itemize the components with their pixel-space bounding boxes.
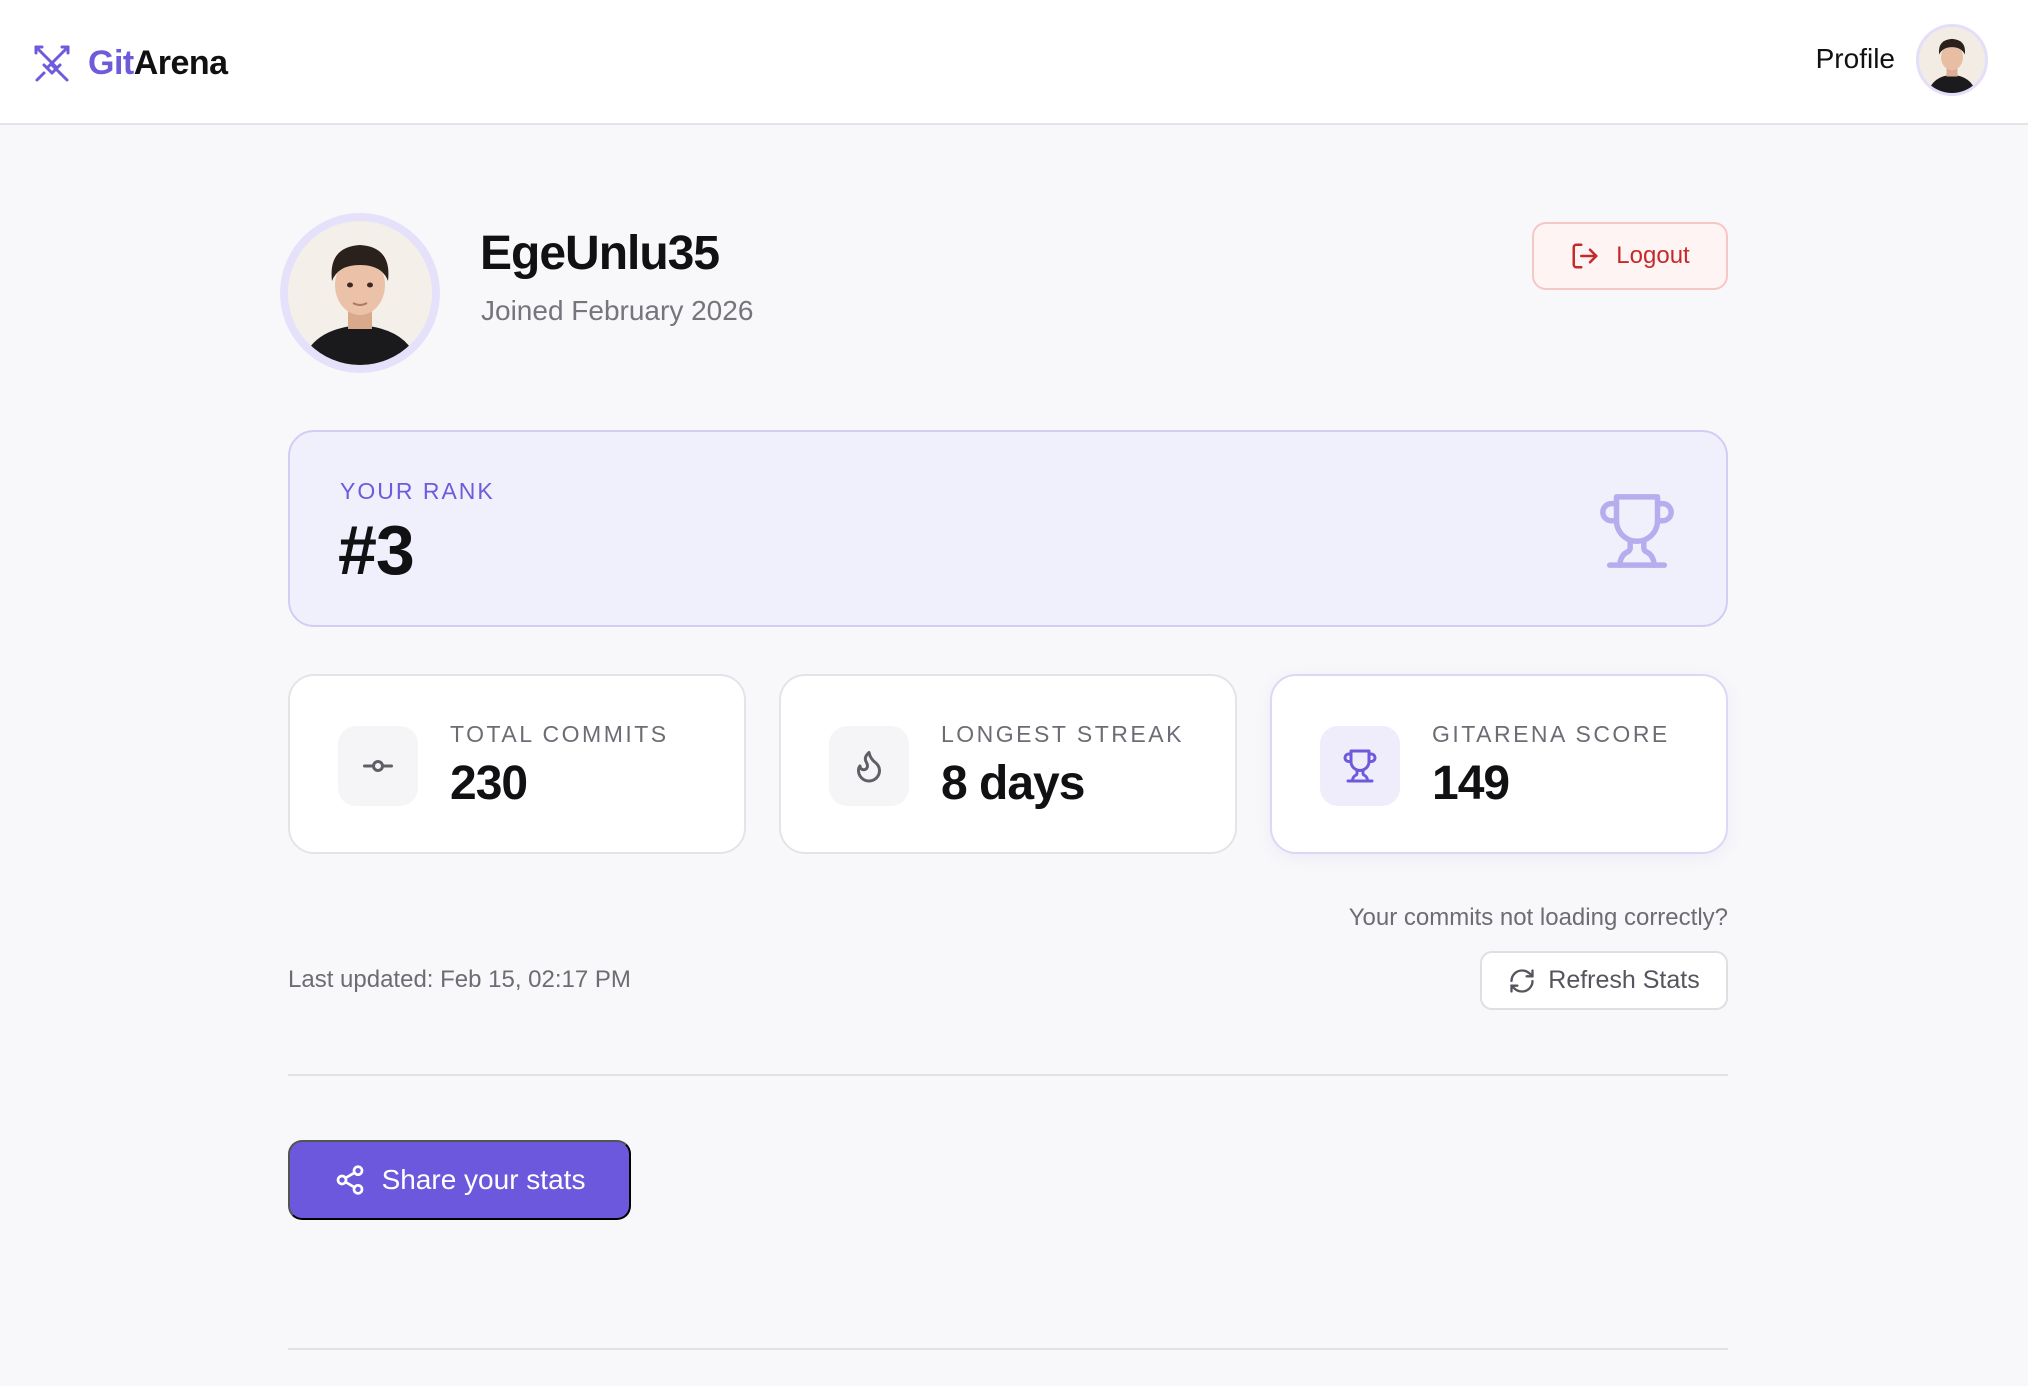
joined-date: Joined February 2026 [481,295,754,326]
stat-label: LONGEST STREAK [941,721,1184,747]
brand-suffix: Arena [133,43,228,82]
rank-value: #3 [338,511,415,589]
top-nav: GitArena Profile [0,0,2028,125]
user-avatar-image [1919,27,1985,93]
crossed-swords-icon [34,45,70,82]
refresh-icon [1510,968,1534,993]
stat-icon-box [1320,726,1400,806]
share-stats-label: Share your stats [381,1164,586,1195]
stat-icon-box [338,726,418,806]
stat-icon-box [829,726,909,806]
stat-card-total-commits: TOTAL COMMITS 230 [288,674,746,854]
stat-card-gitarena-score: GITARENA SCORE 149 [1270,674,1728,854]
stat-value: 149 [1432,757,1510,810]
nav-avatar[interactable] [1916,24,1988,96]
stat-label: GITARENA SCORE [1432,721,1670,747]
brand-name: GitArena [88,44,228,83]
trophy-icon [1343,749,1377,783]
refresh-question: Your commits not loading correctly? [1348,904,1728,931]
logout-label: Logout [1616,242,1690,269]
refresh-stats-button[interactable]: Refresh Stats [1480,951,1728,1010]
logo[interactable]: GitArena [32,40,228,86]
rank-label: YOUR RANK [340,478,495,504]
profile-avatar [280,213,440,373]
divider [288,1348,1728,1350]
trophy-icon [1600,494,1674,568]
logout-icon [1572,243,1598,269]
commit-icon [363,760,393,772]
divider [288,1074,1728,1076]
stat-value: 8 days [941,757,1085,810]
stat-label: TOTAL COMMITS [450,721,669,747]
nav-profile-link[interactable]: Profile [1816,43,1895,75]
share-icon [336,1165,363,1195]
share-stats-button[interactable]: Share your stats [288,1140,631,1220]
user-avatar-image [288,221,432,365]
stat-value: 230 [450,757,528,810]
logout-button[interactable]: Logout [1532,222,1728,290]
refresh-stats-label: Refresh Stats [1548,966,1700,994]
brand-prefix: Git [88,43,134,82]
flame-icon [857,751,881,783]
last-updated: Last updated: Feb 15, 02:17 PM [288,966,631,993]
profile-username: EgeUnlu35 [480,227,720,280]
stat-card-longest-streak: LONGEST STREAK 8 days [779,674,1237,854]
rank-card: YOUR RANK #3 [288,430,1728,627]
